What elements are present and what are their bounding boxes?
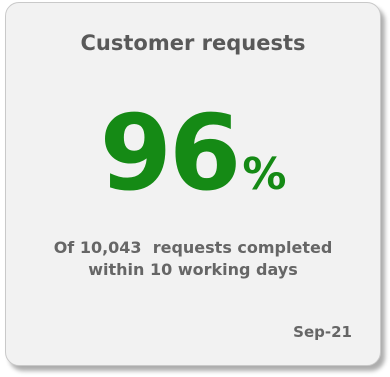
metric-display: 96% (6, 101, 380, 205)
description-line-1: Of 10,043 requests completed (53, 238, 333, 257)
metric-description: Of 10,043 requests completed within 10 w… (6, 237, 380, 281)
period-label: Sep-21 (293, 323, 352, 341)
card-title: Customer requests (80, 31, 306, 55)
metric-unit: % (242, 149, 287, 200)
description-line-2: within 10 working days (88, 260, 298, 279)
metric-value: 96 (99, 92, 242, 214)
kpi-card: Customer requests 96% Of 10,043 requests… (5, 2, 381, 366)
